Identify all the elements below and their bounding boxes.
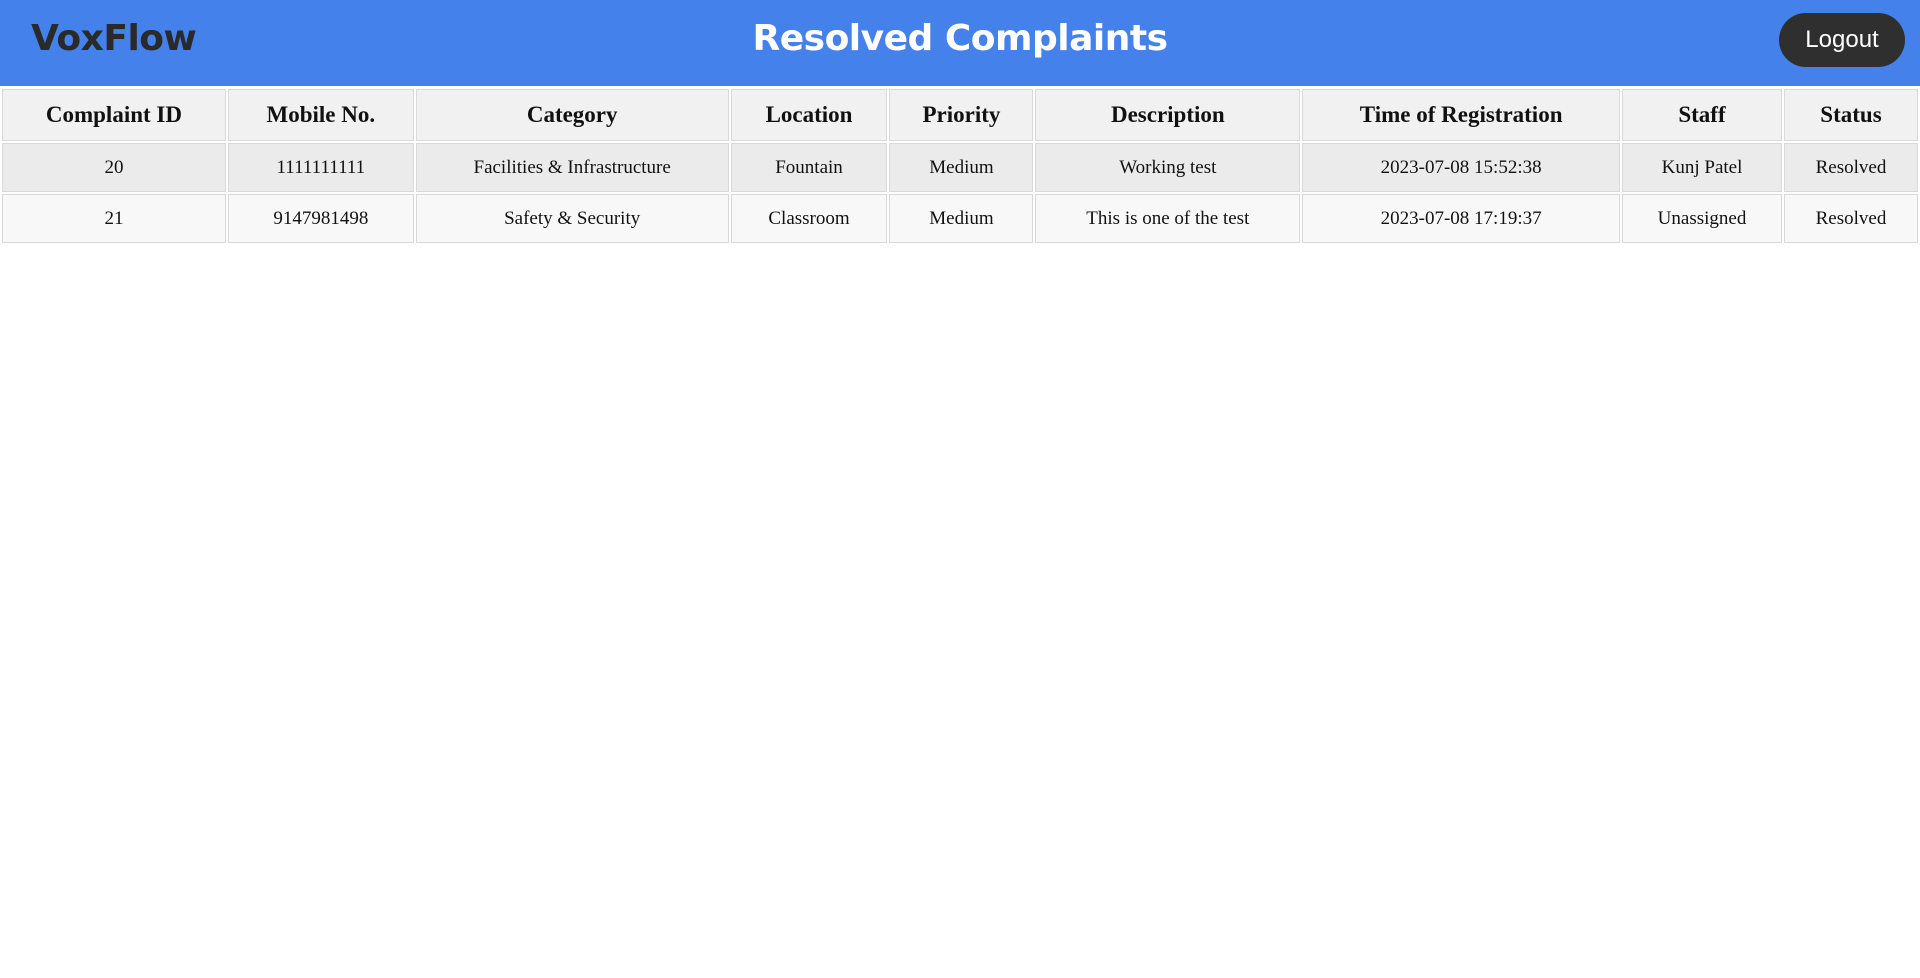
table-header-row: Complaint ID Mobile No. Category Locatio… (2, 89, 1918, 141)
table-row: 20 1111111111 Facilities & Infrastructur… (2, 143, 1918, 192)
complaints-table: Complaint ID Mobile No. Category Locatio… (0, 87, 1920, 245)
cell-time-of-registration: 2023-07-08 17:19:37 (1302, 194, 1621, 243)
complaints-table-container: Complaint ID Mobile No. Category Locatio… (0, 86, 1920, 245)
cell-category: Safety & Security (415, 194, 729, 243)
cell-location: Classroom (730, 194, 888, 243)
page-title: Resolved Complaints (752, 18, 1169, 59)
header-category: Category (415, 89, 729, 141)
cell-staff: Unassigned (1622, 194, 1782, 243)
cell-status: Resolved (1783, 143, 1918, 192)
header-complaint-id: Complaint ID (2, 89, 226, 141)
cell-mobile-no: 9147981498 (227, 194, 414, 243)
cell-location: Fountain (730, 143, 888, 192)
cell-complaint-id: 21 (2, 194, 226, 243)
header-mobile-no: Mobile No. (227, 89, 414, 141)
cell-priority: Medium (889, 143, 1034, 192)
header-staff: Staff (1622, 89, 1782, 141)
cell-staff: Kunj Patel (1622, 143, 1782, 192)
cell-description: This is one of the test (1035, 194, 1301, 243)
cell-category: Facilities & Infrastructure (415, 143, 729, 192)
header-description: Description (1035, 89, 1301, 141)
cell-priority: Medium (889, 194, 1034, 243)
cell-complaint-id: 20 (2, 143, 226, 192)
header-priority: Priority (889, 89, 1034, 141)
cell-time-of-registration: 2023-07-08 15:52:38 (1302, 143, 1621, 192)
cell-status: Resolved (1783, 194, 1918, 243)
top-header: VoxFlow Resolved Complaints Logout (0, 0, 1920, 86)
logout-button[interactable]: Logout (1779, 13, 1905, 67)
header-location: Location (730, 89, 888, 141)
cell-mobile-no: 1111111111 (227, 143, 414, 192)
table-row: 21 9147981498 Safety & Security Classroo… (2, 194, 1918, 243)
header-status: Status (1783, 89, 1918, 141)
cell-description: Working test (1035, 143, 1301, 192)
header-time-of-registration: Time of Registration (1302, 89, 1621, 141)
